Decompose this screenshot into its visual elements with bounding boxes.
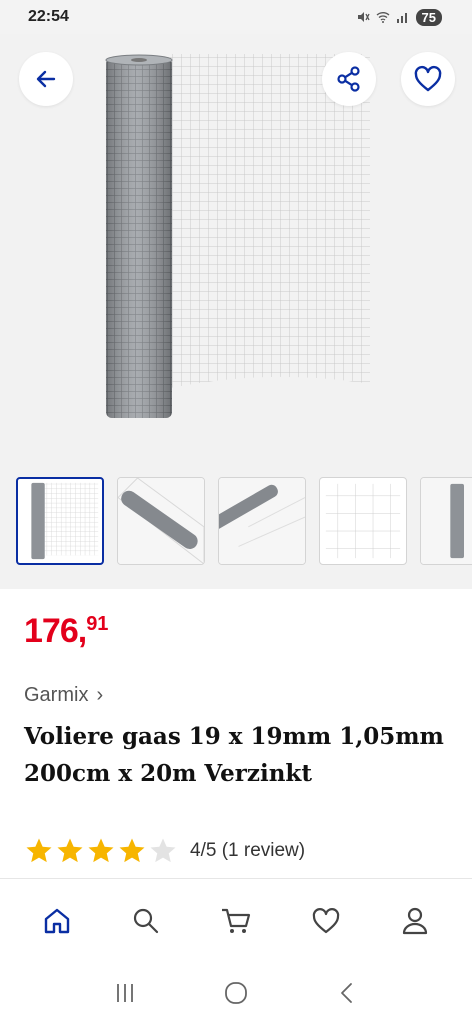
product-rating[interactable]: 4/5 (1 review) (24, 836, 305, 866)
thumbnail-2[interactable] (117, 477, 205, 565)
thumbnail-4[interactable] (319, 477, 407, 565)
recents-icon (117, 984, 134, 1002)
battery-indicator: 75 (415, 8, 442, 26)
home-circle-icon (225, 982, 247, 1004)
thumbnail-strip[interactable] (16, 477, 472, 567)
brand-link[interactable]: Garmix › (24, 684, 103, 707)
star-filled-icon (119, 838, 145, 863)
system-back-button[interactable] (327, 973, 367, 1013)
star-rating (24, 836, 178, 866)
nav-wishlist[interactable] (301, 896, 351, 946)
product-image[interactable] (100, 48, 380, 440)
system-home-button[interactable] (216, 973, 256, 1013)
star-filled-icon (88, 838, 114, 863)
back-arrow-icon (36, 70, 56, 88)
brand-name: Garmix (24, 684, 89, 706)
product-title: Voliere gaas 19 x 19mm 1,05mm 200cm x 20… (24, 723, 444, 787)
favorite-button[interactable] (401, 52, 455, 106)
nav-account[interactable] (390, 896, 440, 946)
rating-text: 4/5 (1 review) (190, 840, 306, 861)
status-bar: 22:54 75 (0, 0, 472, 34)
home-icon (44, 908, 69, 933)
wifi-icon (376, 12, 389, 23)
account-icon (403, 907, 428, 934)
signal-icon (396, 13, 407, 23)
nav-cart[interactable] (211, 896, 261, 946)
star-filled-icon (57, 838, 83, 863)
product-gallery (0, 34, 472, 589)
back-button[interactable] (19, 52, 73, 106)
status-time: 22:54 (28, 8, 69, 25)
chevron-right-icon: › (96, 684, 104, 706)
back-chevron-icon (340, 983, 352, 1003)
share-icon (337, 66, 360, 92)
thumbnail-5[interactable] (420, 477, 472, 565)
cart-icon (221, 908, 251, 933)
recents-button[interactable] (105, 973, 145, 1013)
star-empty-icon (150, 838, 176, 863)
system-navigation (0, 962, 472, 1024)
status-icons: 75 (356, 8, 442, 26)
share-button[interactable] (322, 52, 376, 106)
mute-icon (357, 12, 370, 22)
price-cents: 91 (86, 613, 109, 635)
nav-search[interactable] (121, 896, 171, 946)
star-filled-icon (26, 838, 52, 863)
nav-home[interactable] (32, 896, 82, 946)
heart-icon (414, 65, 442, 92)
wishlist-icon (312, 907, 339, 933)
product-price: 176,91 (24, 612, 108, 651)
thumbnail-1[interactable] (16, 477, 104, 565)
price-main: 176, (24, 612, 87, 650)
search-icon (134, 908, 159, 933)
thumbnail-3[interactable] (218, 477, 306, 565)
bottom-navigation (0, 878, 472, 962)
